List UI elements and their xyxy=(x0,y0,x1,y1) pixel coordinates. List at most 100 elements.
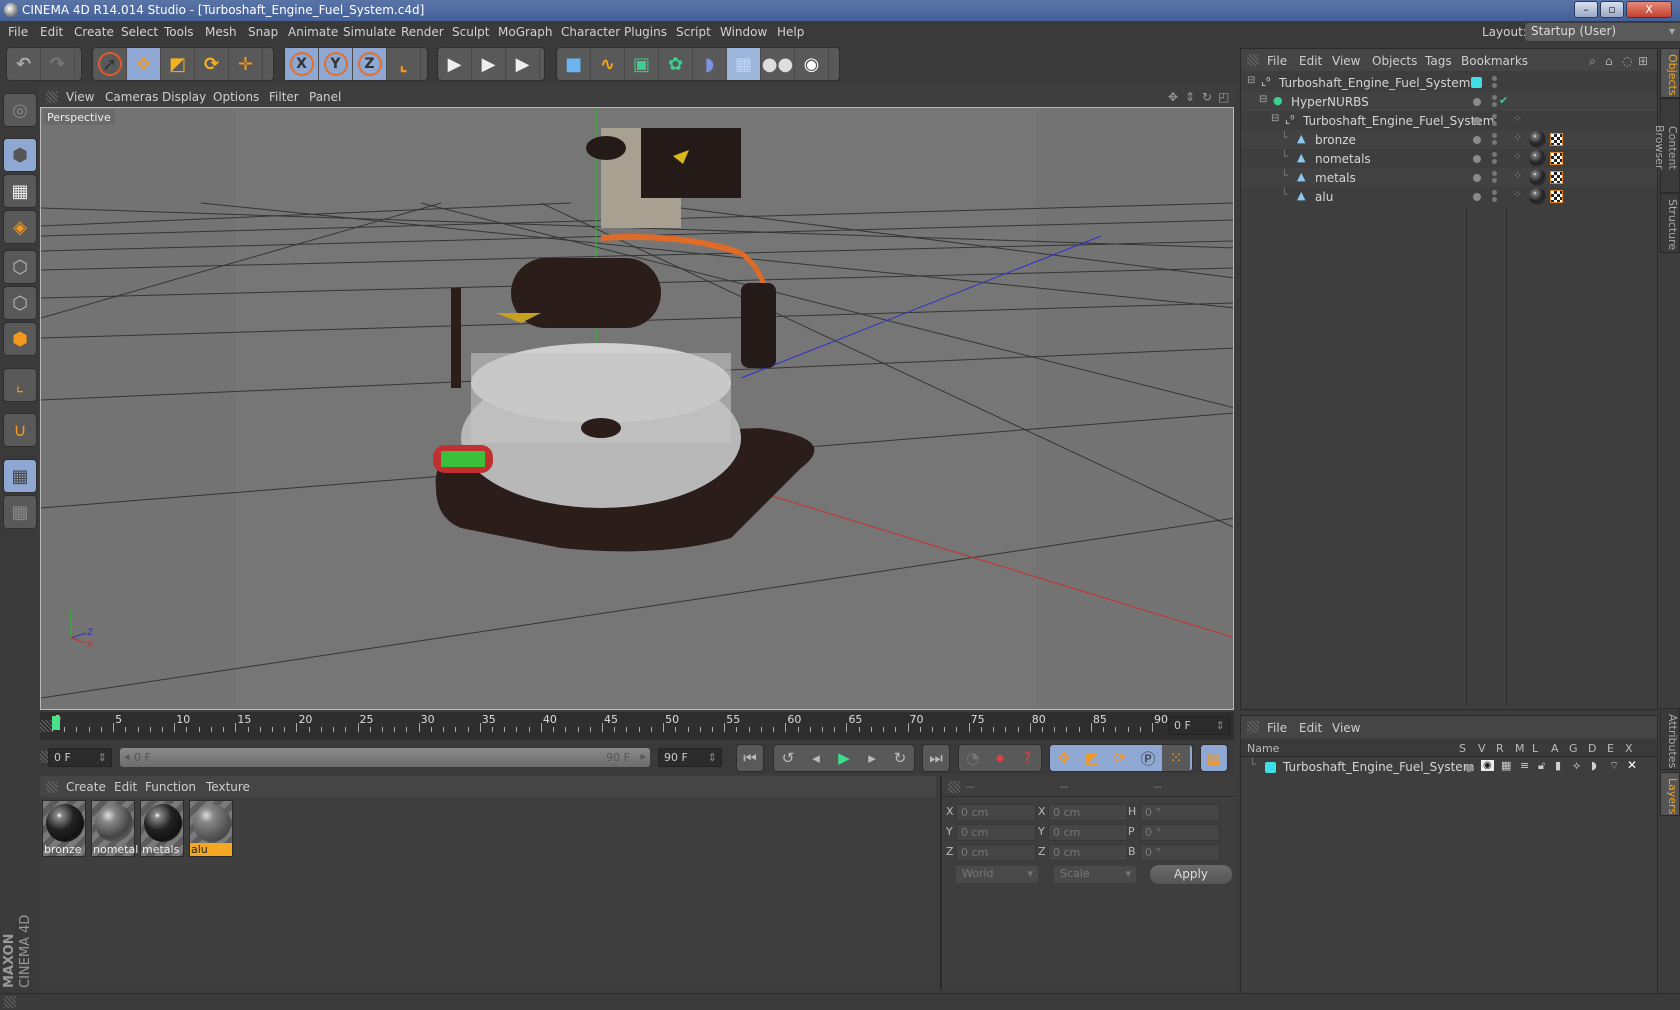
object-name[interactable]: alu xyxy=(1315,190,1333,204)
camera-label[interactable]: Perspective xyxy=(43,110,115,125)
record-motion-icon[interactable]: ◔ xyxy=(959,745,986,771)
material-menu-create[interactable]: Create xyxy=(66,780,106,794)
material-menu-function[interactable]: Function xyxy=(145,780,196,794)
material-menu-texture[interactable]: Texture xyxy=(206,780,250,794)
menu-window[interactable]: Window xyxy=(720,25,767,39)
object-menu-tags[interactable]: Tags xyxy=(1425,54,1452,68)
editor-visibility-toggle[interactable] xyxy=(1492,114,1497,119)
object-name[interactable]: nometals xyxy=(1315,152,1371,166)
coordinate-field[interactable]: 0 cm xyxy=(1048,844,1128,861)
layer-column-v[interactable]: V xyxy=(1478,742,1486,755)
tab-content-browser[interactable]: Content Browser xyxy=(1653,98,1680,193)
phong-tag-icon[interactable]: ⁘ xyxy=(1513,188,1522,201)
render-view-icon[interactable]: ▶ xyxy=(438,48,472,80)
menu-character[interactable]: Character xyxy=(561,25,620,39)
model-mode-icon[interactable]: ⬢ xyxy=(3,138,37,172)
material-swatch[interactable]: alu xyxy=(189,800,233,857)
object-name[interactable]: metals xyxy=(1315,171,1356,185)
minimize-button[interactable]: – xyxy=(1574,1,1598,18)
object-tree-row[interactable]: ⊟ ⌞⁰ Turboshaft_Engine_Fuel_System xyxy=(1241,73,1657,93)
layer-indicator[interactable] xyxy=(1473,155,1481,163)
object-tree-row[interactable]: └ ▲ metals ⁘ xyxy=(1241,168,1657,188)
object-tree-row[interactable]: └ ▲ bronze ⁘ xyxy=(1241,130,1657,150)
x-axis-icon[interactable]: X xyxy=(285,48,319,80)
menu-snap[interactable]: Snap xyxy=(248,25,278,39)
render-visibility-toggle[interactable] xyxy=(1492,178,1497,183)
coordinate-field[interactable]: 0 cm xyxy=(956,804,1036,821)
render-visibility-toggle[interactable] xyxy=(1492,83,1497,88)
phong-tag-icon[interactable]: ⁘ xyxy=(1513,131,1522,144)
rotate-icon[interactable]: ⟳ xyxy=(195,48,229,80)
visible-eye-icon[interactable]: ◉ xyxy=(1481,760,1494,771)
layer-column-m[interactable]: M xyxy=(1515,742,1525,755)
toggle-view-layout-icon[interactable]: ◰ xyxy=(1218,90,1229,104)
coordinate-field[interactable]: 0 ° xyxy=(1140,844,1220,861)
object-menu-view[interactable]: View xyxy=(1332,54,1360,68)
layer-menu-view[interactable]: View xyxy=(1332,721,1360,735)
manager-toggle-icon[interactable]: ≡ xyxy=(1520,759,1529,772)
select-arrow-icon[interactable]: ➚ xyxy=(93,48,127,80)
layer-indicator[interactable] xyxy=(1473,193,1481,201)
lock-icon[interactable]: 🔓︎ xyxy=(1538,759,1545,773)
menu-script[interactable]: Script xyxy=(676,25,711,39)
workplane-sync-icon[interactable]: ▦ xyxy=(3,495,37,529)
viewport-menu-view[interactable]: View xyxy=(66,90,94,104)
tab-layers[interactable]: Layers xyxy=(1660,772,1680,816)
layer-color-swatch[interactable] xyxy=(1265,762,1276,773)
material-tag-icon[interactable] xyxy=(1529,169,1546,186)
make-editable-icon[interactable]: ◎ xyxy=(3,93,37,127)
drag-handle[interactable] xyxy=(46,91,58,103)
render-visibility-toggle[interactable] xyxy=(1492,102,1497,107)
next-key-icon[interactable]: ↻ xyxy=(886,745,914,771)
phong-tag-icon[interactable]: ⁘ xyxy=(1513,150,1522,163)
object-tree-row[interactable]: └ ▲ nometals ⁘ xyxy=(1241,149,1657,169)
redo-icon[interactable]: ↷ xyxy=(41,48,75,80)
current-frame-field[interactable]: 0 F ⇕ xyxy=(1168,716,1230,735)
enabled-check-icon[interactable]: ✔ xyxy=(1499,94,1508,107)
drag-handle[interactable] xyxy=(1247,54,1259,66)
render-settings-icon[interactable]: ▶ xyxy=(506,48,540,80)
coordinate-field[interactable]: 0 cm xyxy=(1048,804,1128,821)
goto-end-icon[interactable]: ⏭ xyxy=(923,745,949,771)
object-tree-row[interactable]: └ ▲ alu ⁘ xyxy=(1241,187,1657,207)
coordinate-field[interactable]: 0 ° xyxy=(1140,804,1220,821)
drag-handle[interactable] xyxy=(46,781,58,793)
zoom-view-icon[interactable]: ⇕ xyxy=(1185,90,1195,104)
floor-icon[interactable]: ▦ xyxy=(727,48,761,80)
frame-range-slider[interactable]: ◂ 0 F 90 F ▸ xyxy=(120,748,650,767)
material-swatch[interactable]: metals xyxy=(140,800,184,857)
coordinate-system-icon[interactable]: ⌞ xyxy=(387,48,421,80)
menu-tools[interactable]: Tools xyxy=(164,25,194,39)
material-menu-edit[interactable]: Edit xyxy=(114,780,137,794)
material-tag-icon[interactable] xyxy=(1529,150,1546,167)
home-icon[interactable]: ⌂ xyxy=(1605,54,1613,68)
scale-key-icon[interactable]: ◩ xyxy=(1078,745,1106,771)
prev-frame-icon[interactable]: ◂ xyxy=(802,745,830,771)
spline-icon[interactable]: ∿ xyxy=(591,48,625,80)
prev-key-icon[interactable]: ↺ xyxy=(774,745,802,771)
keyframe-selection-icon[interactable]: ? xyxy=(1014,745,1041,771)
play-icon[interactable]: ▶ xyxy=(830,745,858,771)
layer-column-r[interactable]: R xyxy=(1496,742,1504,755)
deformer-icon[interactable]: ◗ xyxy=(693,48,727,80)
autokey-icon[interactable]: ⏺ xyxy=(986,745,1013,771)
object-menu-bookmarks[interactable]: Bookmarks xyxy=(1461,54,1528,68)
coordinate-mode-dropdown[interactable]: World ▾ xyxy=(956,866,1038,883)
collapse-toggle-icon[interactable]: ⊟ xyxy=(1271,113,1279,124)
object-menu-edit[interactable]: Edit xyxy=(1299,54,1322,68)
layer-menu-edit[interactable]: Edit xyxy=(1299,721,1322,735)
editor-visibility-toggle[interactable] xyxy=(1492,95,1497,100)
coordinate-field[interactable]: 0 cm xyxy=(956,844,1036,861)
object-menu-file[interactable]: File xyxy=(1267,54,1287,68)
close-button[interactable]: X xyxy=(1626,1,1672,18)
undo-icon[interactable]: ↶ xyxy=(7,48,41,80)
coordinate-field[interactable]: 0 ° xyxy=(1140,824,1220,841)
layer-column-l[interactable]: L xyxy=(1532,742,1538,755)
live-select-icon[interactable]: ✛ xyxy=(229,48,263,80)
render-visibility-toggle[interactable] xyxy=(1492,121,1497,126)
xref-toggle-icon[interactable]: ✕ xyxy=(1627,758,1637,772)
menu-create[interactable]: Create xyxy=(74,25,114,39)
uvw-tag-icon[interactable] xyxy=(1550,171,1563,184)
playhead[interactable] xyxy=(52,716,60,730)
maximize-button[interactable]: ▫ xyxy=(1600,1,1624,18)
